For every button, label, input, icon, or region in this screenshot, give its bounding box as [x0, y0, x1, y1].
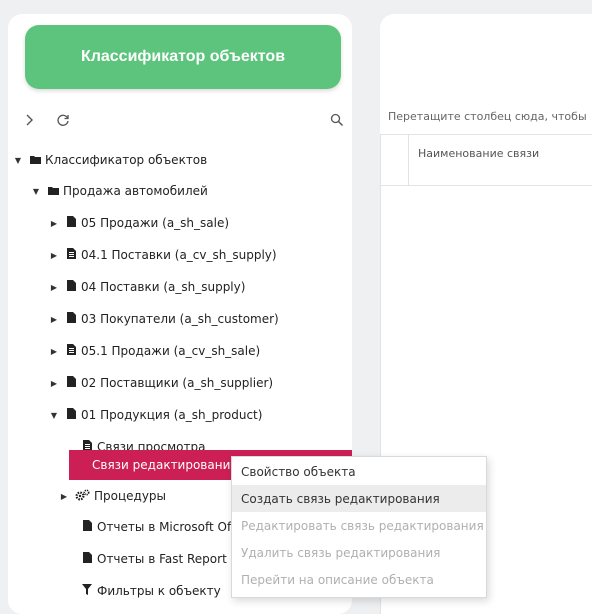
tree-item-suppliers[interactable]: ▶ 02 Поставщики (a_sh_supplier) — [49, 368, 273, 398]
context-menu: Свойство объекта Создать связь редактиро… — [231, 456, 487, 598]
tree-item-label: 04.1 Поставки (a_cv_sh_supply) — [81, 248, 277, 262]
grid-header: Наименование связи — [380, 134, 592, 186]
caret-down-icon[interactable]: ▼ — [13, 156, 23, 165]
file-icon — [65, 216, 77, 230]
menu-item-go-to-object-description[interactable]: Перейти на описание объекта — [232, 566, 486, 593]
tree-item-fast-report[interactable]: Отчеты в Fast Report — [81, 544, 227, 574]
tree-item-classifier[interactable]: ▼ Классификатор объектов — [13, 145, 207, 175]
file-icon — [65, 408, 77, 422]
file-icon — [65, 376, 77, 390]
tree-item-filters[interactable]: Фильтры к объекту — [81, 576, 221, 606]
caret-right-icon[interactable]: ▶ — [49, 347, 59, 356]
tree-item-label: Отчеты в Microsoft Office — [97, 520, 253, 534]
tree-item-car-sales[interactable]: ▼ Продажа автомобилей — [31, 176, 208, 206]
menu-item-object-properties[interactable]: Свойство объекта — [232, 458, 486, 485]
group-drop-hint[interactable]: Перетащите столбец сюда, чтобы — [388, 110, 587, 123]
view-icon — [65, 248, 77, 262]
tree-item-sales-view[interactable]: ▶ 05.1 Продажи (a_cv_sh_sale) — [49, 336, 260, 366]
classifier-header-label: Классификатор объектов — [80, 48, 286, 65]
caret-right-icon[interactable]: ▶ — [49, 251, 59, 260]
tree-item-label: 05.1 Продажи (a_cv_sh_sale) — [81, 344, 261, 358]
file-icon — [81, 520, 93, 534]
caret-right-icon[interactable]: ▶ — [49, 315, 59, 324]
tree-toolbar — [8, 106, 352, 136]
column-divider — [408, 135, 409, 185]
tree-item-label: 03 Покупатели (a_sh_customer) — [81, 312, 279, 326]
tree-item-ms-office-reports[interactable]: Отчеты в Microsoft Office — [81, 512, 253, 542]
caret-right-icon[interactable]: ▶ — [49, 379, 59, 388]
file-icon — [65, 280, 77, 294]
file-icon — [81, 552, 93, 566]
search-icon[interactable] — [330, 113, 344, 130]
filter-icon — [81, 584, 93, 598]
tree-item-label: 04 Поставки (a_sh_supply) — [81, 280, 246, 294]
folder-icon — [29, 154, 41, 167]
tree-item-supply-view[interactable]: ▶ 04.1 Поставки (a_cv_sh_supply) — [49, 240, 277, 270]
menu-item-create-edit-link[interactable]: Создать связь редактирования — [232, 485, 486, 512]
tree-item-label: 05 Продажи (a_sh_sale) — [81, 216, 230, 230]
tree-item-label: Процедуры — [94, 489, 167, 503]
tree-item-label: Классификатор объектов — [45, 153, 208, 167]
menu-item-delete-edit-link[interactable]: Удалить связь редактирования — [232, 539, 486, 566]
view-icon — [65, 344, 77, 358]
caret-right-icon[interactable]: ▶ — [49, 219, 59, 228]
folder-icon — [47, 185, 59, 198]
tree-item-customers[interactable]: ▶ 03 Покупатели (a_sh_customer) — [49, 304, 279, 334]
column-header-link-name[interactable]: Наименование связи — [418, 147, 539, 160]
tree-item-label: 01 Продукция (a_sh_product) — [81, 408, 263, 422]
caret-right-icon[interactable]: ▶ — [49, 283, 59, 292]
tree-item-supply[interactable]: ▶ 04 Поставки (a_sh_supply) — [49, 272, 245, 302]
caret-right-icon[interactable]: ▶ — [59, 492, 69, 501]
tree-item-label: Связи редактирования — [92, 458, 238, 472]
tree-item-products[interactable]: ▼ 01 Продукция (a_sh_product) — [49, 400, 262, 430]
caret-down-icon[interactable]: ▼ — [49, 411, 59, 420]
file-icon — [65, 312, 77, 326]
refresh-icon[interactable] — [56, 113, 70, 130]
tree-item-procedures[interactable]: ▶ Процедуры — [59, 481, 166, 511]
classifier-header-button[interactable]: Классификатор объектов — [25, 25, 341, 89]
tree-item-label: Фильтры к объекту — [97, 584, 221, 598]
tree-item-label: 02 Поставщики (a_sh_supplier) — [81, 376, 274, 390]
caret-down-icon[interactable]: ▼ — [31, 187, 41, 196]
chevron-right-icon[interactable] — [25, 113, 35, 130]
gears-icon — [75, 488, 90, 504]
tree-item-label: Продажа автомобилей — [63, 184, 208, 198]
menu-item-edit-edit-link[interactable]: Редактировать связь редактирования — [232, 512, 486, 539]
tree-item-label: Отчеты в Fast Report — [97, 552, 227, 566]
tree-item-sales[interactable]: ▶ 05 Продажи (a_sh_sale) — [49, 208, 229, 238]
